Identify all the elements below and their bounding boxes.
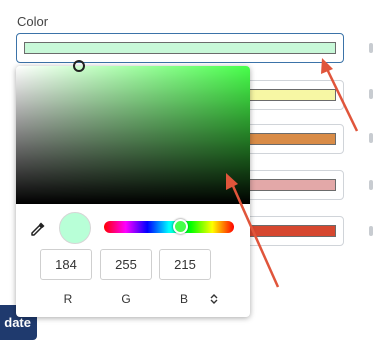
hue-slider-thumb[interactable] (173, 219, 188, 234)
green-input[interactable] (100, 249, 152, 280)
color-settings-panel: Color date R G B (0, 0, 373, 342)
blue-input[interactable] (159, 249, 211, 280)
hue-slider[interactable] (104, 219, 234, 234)
color-swatch (24, 42, 336, 54)
color-label: Color (17, 14, 49, 29)
green-label: G (121, 292, 131, 306)
scroll-edge-marker (369, 180, 373, 190)
red-label: R (63, 292, 73, 306)
blue-label: B (179, 292, 188, 306)
color-picker-popover: R G B (16, 60, 250, 317)
color-swatch-field[interactable] (16, 33, 344, 63)
scroll-edge-marker (369, 89, 373, 99)
saturation-cursor[interactable] (73, 60, 85, 72)
scroll-edge-marker (369, 133, 373, 143)
saturation-area[interactable] (16, 60, 250, 204)
eyedropper-icon[interactable] (29, 220, 47, 238)
color-preview-circle (59, 212, 91, 244)
scroll-edge-marker (369, 43, 373, 53)
scroll-edge-marker (369, 226, 373, 236)
red-input[interactable] (40, 249, 92, 280)
chevron-updown-icon[interactable] (208, 293, 220, 305)
